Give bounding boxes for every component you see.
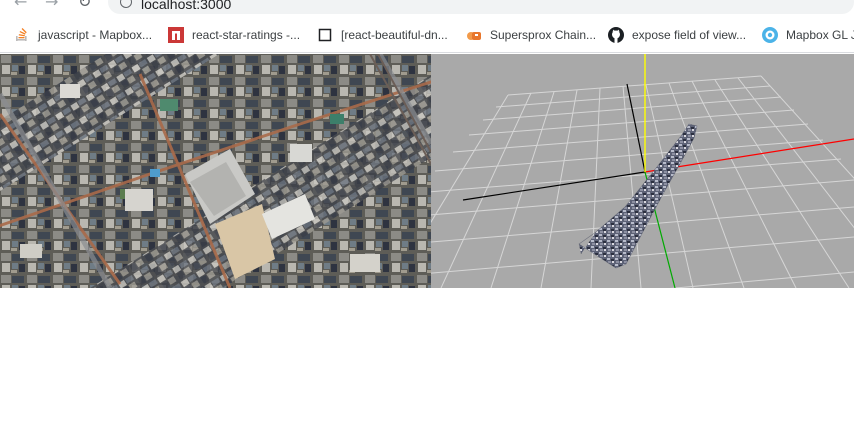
bookmark-supersprox[interactable]: Supersprox Chain... xyxy=(466,26,596,44)
bookmark-mapbox-gl[interactable]: Mapbox GL J xyxy=(762,26,854,44)
info-icon[interactable] xyxy=(120,0,132,8)
3d-scene xyxy=(431,54,854,288)
bookmark-label: Supersprox Chain... xyxy=(490,28,597,42)
bookmarks-bar: javascript - Mapbox... react-star-rating… xyxy=(0,16,854,53)
address-bar[interactable]: localhost:3000 xyxy=(108,0,854,14)
forward-arrow-icon[interactable]: → xyxy=(45,0,58,10)
browser-toolbar: ← → ↻ localhost:3000 xyxy=(0,0,854,16)
textured-map-plane xyxy=(579,124,697,268)
reload-icon[interactable]: ↻ xyxy=(78,0,91,10)
bookmark-expose-field-of-view[interactable]: expose field of view... xyxy=(608,26,746,44)
back-arrow-icon[interactable]: ← xyxy=(14,0,27,10)
bookmark-label: expose field of view... xyxy=(632,28,747,42)
bookmark-react-beautiful-dnd[interactable]: [react-beautiful-dn... xyxy=(317,26,448,44)
bookmark-label: Mapbox GL J xyxy=(786,28,854,42)
bookmark-label: javascript - Mapbox... xyxy=(38,28,153,42)
bookmark-label: react-star-ratings -... xyxy=(192,28,301,42)
github-icon xyxy=(608,27,624,43)
threejs-viewer[interactable] xyxy=(431,54,854,288)
npm-icon xyxy=(168,27,184,43)
url-text: localhost:3000 xyxy=(141,0,232,12)
document-icon xyxy=(317,27,333,43)
negative-x-axis xyxy=(462,171,646,201)
supersprox-icon xyxy=(466,27,482,43)
grid-floor xyxy=(431,75,854,288)
bookmark-react-star-ratings[interactable]: react-star-ratings -... xyxy=(168,26,300,44)
mapbox-icon xyxy=(762,27,778,43)
bookmark-label: [react-beautiful-dn... xyxy=(341,28,448,42)
satellite-imagery xyxy=(0,54,431,288)
stackoverflow-icon xyxy=(14,27,30,43)
satellite-map-view[interactable] xyxy=(0,54,431,288)
bookmark-javascript-mapbox[interactable]: javascript - Mapbox... xyxy=(14,26,152,44)
